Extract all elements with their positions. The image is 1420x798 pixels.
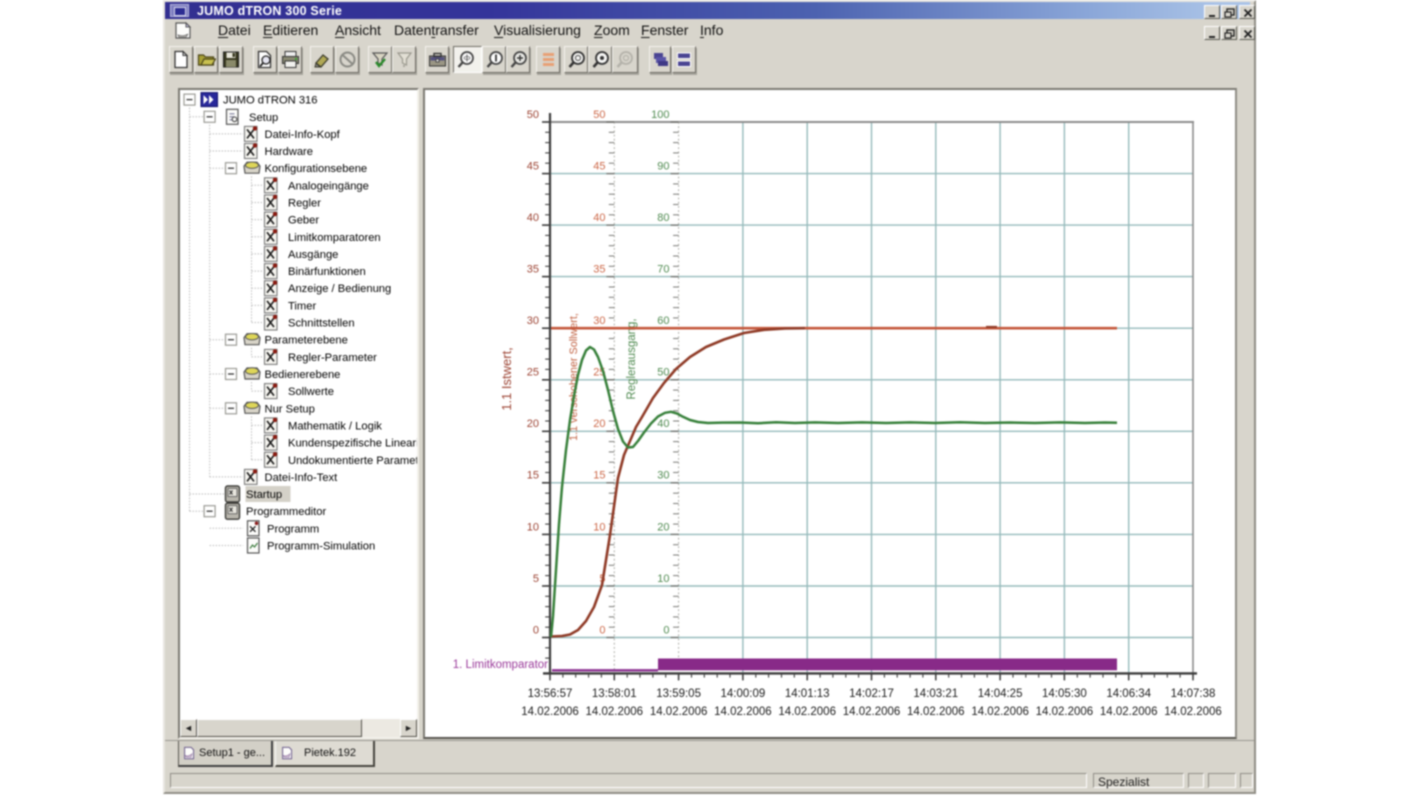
svg-text:20: 20: [593, 418, 605, 430]
svg-text:Nur Setup: Nur Setup: [265, 403, 315, 415]
svg-text:35: 35: [527, 264, 539, 276]
svg-text:14.02.2006: 14.02.2006: [971, 706, 1029, 718]
svg-text:45: 45: [593, 161, 605, 173]
svg-text:Bedienerebene: Bedienerebene: [265, 369, 341, 381]
svg-text:14.02.2006: 14.02.2006: [778, 706, 836, 718]
svg-text:1. Limitkomparator: 1. Limitkomparator: [453, 659, 548, 671]
svg-text:13:56:57: 13:56:57: [528, 688, 573, 700]
svg-text:Mathematik / Logik: Mathematik / Logik: [288, 420, 382, 432]
svg-text:10: 10: [527, 521, 539, 533]
svg-text:50: 50: [593, 109, 605, 121]
svg-text:Setup: Setup: [249, 112, 278, 124]
svg-text:40: 40: [527, 212, 539, 224]
svg-text:10: 10: [593, 521, 605, 533]
svg-text:Kundenspezifische Linearis: Kundenspezifische Linearis: [288, 438, 417, 450]
svg-text:JUMO dTRON 316: JUMO dTRON 316: [223, 95, 318, 107]
svg-text:20: 20: [657, 521, 669, 533]
svg-text:60: 60: [657, 315, 669, 327]
svg-text:Datei-Info-Kopf: Datei-Info-Kopf: [265, 129, 341, 141]
svg-text:13:59:05: 13:59:05: [656, 688, 701, 700]
svg-text:Limitkomparatoren: Limitkomparatoren: [288, 232, 381, 244]
svg-text:14.02.2006: 14.02.2006: [843, 706, 901, 718]
svg-text:13:58:01: 13:58:01: [592, 688, 637, 700]
svg-text:30: 30: [593, 315, 605, 327]
svg-text:14:00:09: 14:00:09: [721, 688, 766, 700]
svg-text:Parameterebene: Parameterebene: [265, 335, 348, 347]
svg-text:14:05:30: 14:05:30: [1042, 688, 1087, 700]
svg-text:25: 25: [527, 367, 539, 379]
svg-text:15: 15: [593, 470, 605, 482]
svg-text:14.02.2006: 14.02.2006: [1036, 706, 1094, 718]
svg-text:Schnittstellen: Schnittstellen: [288, 318, 355, 330]
svg-text:40: 40: [593, 212, 605, 224]
svg-text:50: 50: [527, 109, 539, 121]
svg-text:45: 45: [527, 161, 539, 173]
svg-text:80: 80: [657, 212, 669, 224]
svg-text:Geber: Geber: [288, 215, 319, 227]
svg-text:70: 70: [657, 264, 669, 276]
svg-text:Programm-Simulation: Programm-Simulation: [267, 541, 375, 553]
svg-text:Timer: Timer: [288, 300, 316, 312]
svg-text:Programm: Programm: [267, 523, 319, 535]
svg-text:5: 5: [533, 573, 539, 585]
svg-text:Undokumentierte Parameter: Undokumentierte Parameter: [288, 455, 417, 467]
svg-text:14:03:21: 14:03:21: [913, 688, 958, 700]
svg-text:40: 40: [657, 418, 669, 430]
svg-text:Regler-Parameter: Regler-Parameter: [288, 352, 377, 364]
svg-text:14:04:25: 14:04:25: [978, 688, 1023, 700]
svg-text:14.02.2006: 14.02.2006: [714, 706, 772, 718]
svg-text:14:07:38: 14:07:38: [1171, 688, 1216, 700]
svg-text:10: 10: [657, 573, 669, 585]
svg-text:Reglerausgang,: Reglerausgang,: [626, 318, 638, 399]
svg-text:35: 35: [593, 264, 605, 276]
svg-text:14.02.2006: 14.02.2006: [907, 706, 965, 718]
svg-text:14.02.2006: 14.02.2006: [650, 706, 708, 718]
svg-text:14:01:13: 14:01:13: [785, 688, 830, 700]
svg-text:Datei-Info-Text: Datei-Info-Text: [265, 472, 339, 484]
svg-text:14:02:17: 14:02:17: [849, 688, 894, 700]
svg-text:Analogeingänge: Analogeingänge: [288, 180, 369, 192]
svg-text:Startup: Startup: [246, 489, 282, 501]
svg-text:30: 30: [657, 470, 669, 482]
svg-text:0: 0: [599, 624, 605, 636]
svg-text:Hardware: Hardware: [265, 146, 314, 158]
svg-text:20: 20: [527, 418, 539, 430]
svg-text:0: 0: [663, 624, 669, 636]
svg-text:Ausgänge: Ausgänge: [288, 249, 338, 261]
svg-text:14.02.2006: 14.02.2006: [586, 706, 644, 718]
svg-text:14.02.2006: 14.02.2006: [1100, 706, 1158, 718]
svg-text:1.1 Istwert,: 1.1 Istwert,: [499, 347, 514, 411]
svg-text:14.02.2006: 14.02.2006: [1164, 706, 1222, 718]
svg-text:30: 30: [527, 315, 539, 327]
svg-text:Konfigurationsebene: Konfigurationsebene: [265, 163, 368, 175]
svg-text:Regler: Regler: [288, 198, 321, 210]
svg-text:0: 0: [533, 624, 539, 636]
svg-text:100: 100: [651, 109, 669, 121]
svg-text:Programmeditor: Programmeditor: [246, 506, 326, 518]
svg-text:Sollwerte: Sollwerte: [288, 386, 334, 398]
svg-text:14:06:34: 14:06:34: [1106, 688, 1151, 700]
svg-text:15: 15: [527, 470, 539, 482]
svg-text:14.02.2006: 14.02.2006: [521, 706, 579, 718]
svg-text:90: 90: [657, 161, 669, 173]
svg-text:Anzeige / Bedienung: Anzeige / Bedienung: [288, 283, 391, 295]
svg-text:Binärfunktionen: Binärfunktionen: [288, 266, 366, 278]
